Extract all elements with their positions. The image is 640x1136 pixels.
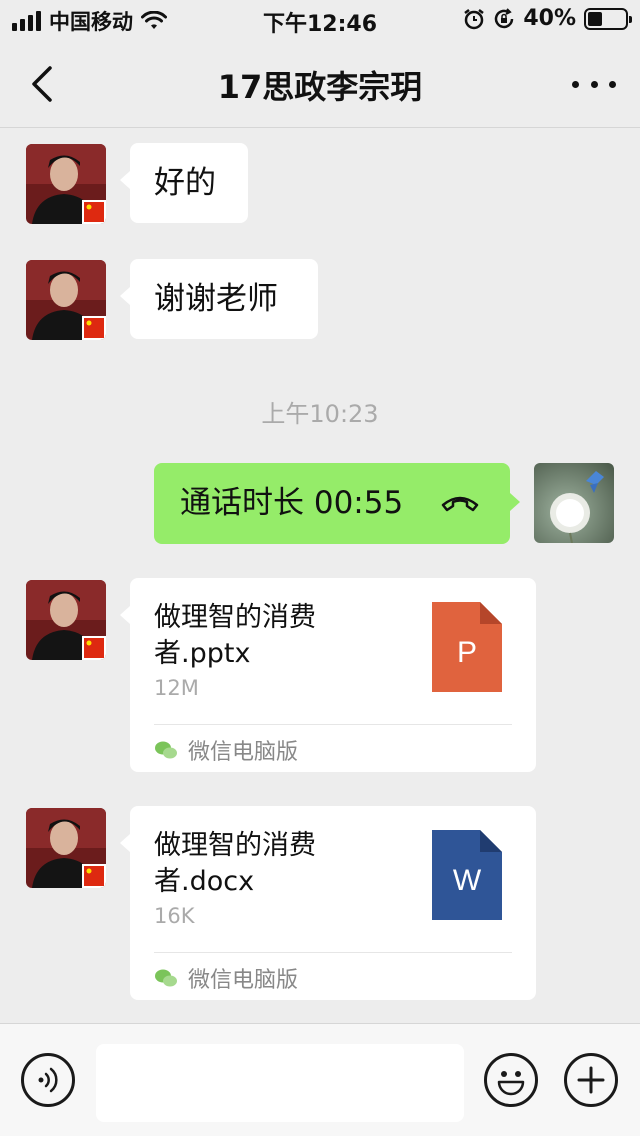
alarm-icon xyxy=(464,8,485,29)
file-size: 12M xyxy=(154,676,199,700)
file-source-text: 微信电脑版 xyxy=(188,740,299,765)
voice-icon[interactable] xyxy=(21,1053,75,1107)
file-source-text: 微信电脑版 xyxy=(188,968,299,993)
file-source: 微信电脑版 xyxy=(154,734,298,766)
file-source: 微信电脑版 xyxy=(154,962,298,994)
file-size: 16K xyxy=(154,904,195,928)
nav-bar: 17思政李宗玥 xyxy=(0,40,640,128)
input-bar xyxy=(0,1023,640,1136)
self-avatar[interactable] xyxy=(534,463,614,543)
file-message[interactable]: 做理智的消费者.docx 16K W 微信电脑版 xyxy=(120,806,536,1000)
wechat-icon xyxy=(155,741,177,759)
status-bar: 中国移动 下午12:46 40% xyxy=(0,0,640,40)
call-bubble[interactable]: 通话时长 00:55 xyxy=(154,463,520,544)
file-name: 做理智的消费者.docx xyxy=(154,830,316,897)
file-message[interactable]: 做理智的消费者.pptx 12M P 微信电脑版 xyxy=(120,578,536,772)
battery-percent: 40% xyxy=(523,6,576,31)
message-text: 谢谢老师 xyxy=(154,281,278,317)
battery-icon xyxy=(584,7,632,30)
message-text: 好的 xyxy=(154,165,216,201)
plus-icon[interactable] xyxy=(564,1053,618,1107)
status-right: 40% xyxy=(463,6,632,31)
rotation-lock-icon xyxy=(495,7,514,28)
avatar[interactable] xyxy=(26,808,106,888)
call-duration-text: 通话时长 00:55 xyxy=(180,485,404,521)
divider xyxy=(154,724,512,725)
chat-title: 17思政李宗玥 xyxy=(217,68,423,106)
file-name: 做理智的消费者.pptx xyxy=(154,602,316,669)
file-type-letter: P xyxy=(456,636,477,669)
time-separator: 上午10:23 xyxy=(261,400,379,428)
message-bubble[interactable]: 谢谢老师 xyxy=(120,259,318,339)
phone-hangup-icon xyxy=(441,496,479,512)
chat-area[interactable]: 好的 谢谢老师 上午10:23 通话时长 00:55 做理智的消费者.pptx … xyxy=(0,129,640,1023)
message-input[interactable] xyxy=(96,1044,464,1122)
avatar[interactable] xyxy=(26,580,106,660)
message-bubble[interactable]: 好的 xyxy=(120,143,248,223)
avatar[interactable] xyxy=(26,144,106,224)
file-type-letter: W xyxy=(452,864,482,897)
emoji-icon[interactable] xyxy=(484,1053,538,1107)
divider xyxy=(154,952,512,953)
avatar[interactable] xyxy=(26,260,106,340)
more-dots-icon[interactable] xyxy=(572,70,616,98)
wechat-icon xyxy=(155,969,177,987)
